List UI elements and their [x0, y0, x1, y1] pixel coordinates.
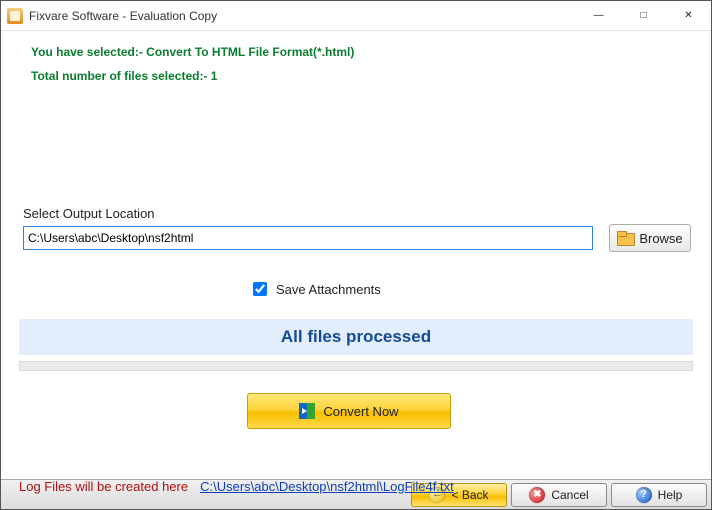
convert-now-button[interactable]: Convert Now	[247, 393, 451, 429]
client-area: You have selected:- Convert To HTML File…	[1, 31, 711, 479]
output-location-label: Select Output Location	[23, 206, 155, 221]
save-attachments-row[interactable]: Save Attachments	[249, 279, 381, 299]
log-label: Log Files will be created here	[19, 479, 188, 494]
browse-button-label: Browse	[639, 231, 682, 246]
cancel-button[interactable]: ✖ Cancel	[511, 483, 607, 507]
log-line: Log Files will be created here C:\Users\…	[19, 479, 454, 494]
window-title: Fixvare Software - Evaluation Copy	[29, 9, 217, 23]
close-button[interactable]: ✕	[666, 1, 711, 30]
output-path-input[interactable]	[23, 226, 593, 250]
help-button[interactable]: ? Help	[611, 483, 707, 507]
total-files-text: Total number of files selected:- 1	[31, 69, 711, 83]
app-window: Fixvare Software - Evaluation Copy ― □ ✕…	[0, 0, 712, 510]
title-bar: Fixvare Software - Evaluation Copy ― □ ✕	[1, 1, 711, 31]
browse-button[interactable]: Browse	[609, 224, 691, 252]
minimize-button[interactable]: ―	[576, 1, 621, 30]
cancel-icon: ✖	[529, 487, 545, 503]
save-attachments-checkbox[interactable]	[253, 282, 267, 296]
folder-icon	[617, 231, 633, 245]
cancel-button-label: Cancel	[551, 488, 588, 502]
window-controls: ― □ ✕	[576, 1, 711, 30]
app-icon	[7, 8, 23, 24]
back-button-label: < Back	[451, 488, 488, 502]
help-button-label: Help	[658, 488, 683, 502]
help-icon: ?	[636, 487, 652, 503]
status-text: All files processed	[281, 327, 431, 347]
save-attachments-label: Save Attachments	[276, 282, 381, 297]
selected-format-text: You have selected:- Convert To HTML File…	[31, 45, 711, 59]
maximize-button[interactable]: □	[621, 1, 666, 30]
progress-bar	[19, 361, 693, 371]
convert-button-label: Convert Now	[323, 404, 398, 419]
convert-icon	[299, 403, 315, 419]
log-file-link[interactable]: C:\Users\abc\Desktop\nsf2html\LogFile4f.…	[200, 479, 454, 494]
status-banner: All files processed	[19, 319, 693, 355]
